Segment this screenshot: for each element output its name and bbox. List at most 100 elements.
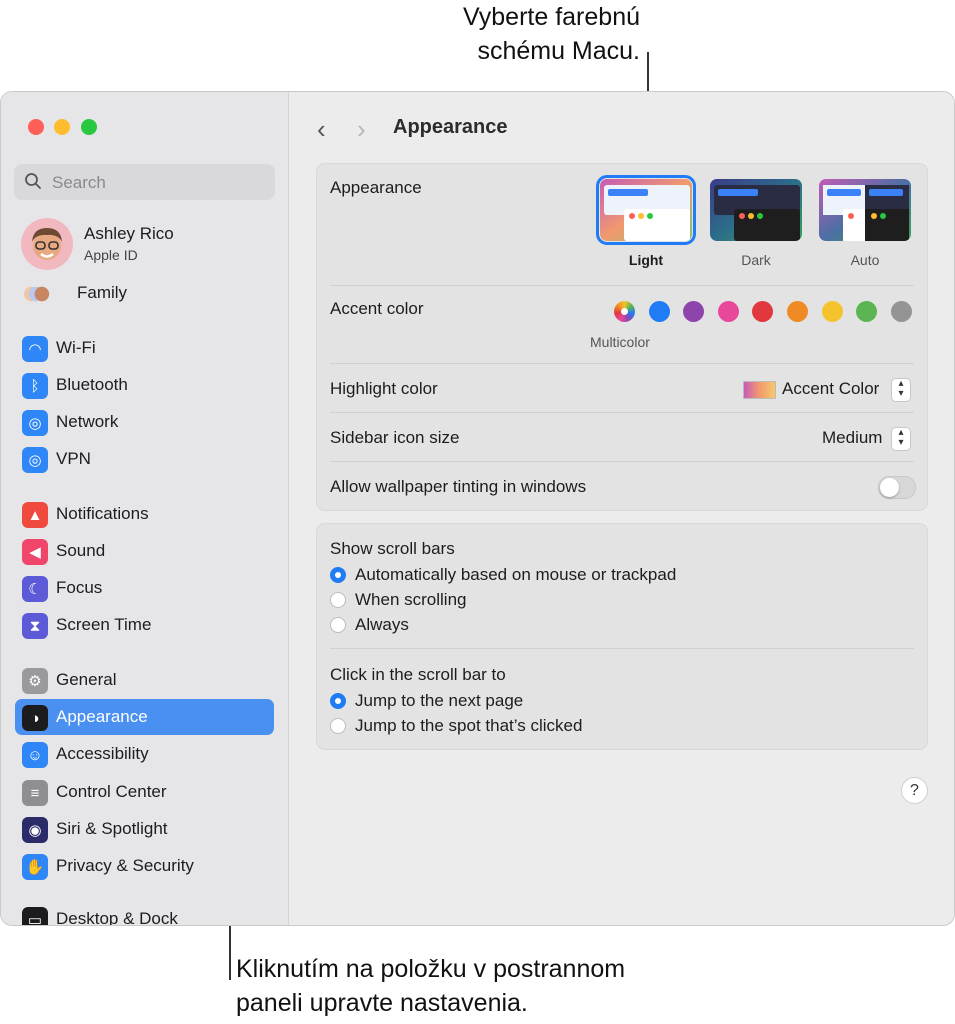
- sidebar-item-screen-time[interactable]: ⧗ Screen Time: [15, 607, 274, 643]
- sidebar-icon-size-value: Medium: [822, 428, 883, 447]
- accent-swatch[interactable]: [856, 301, 878, 322]
- search-icon: [25, 173, 41, 189]
- accent-swatch[interactable]: [717, 301, 739, 322]
- mode-dark-label: Dark: [741, 252, 771, 268]
- speaker-icon: ◀: [22, 539, 48, 565]
- divider: [330, 285, 914, 286]
- sidebar-item-label: Accessibility: [56, 744, 149, 763]
- highlight-color-label: Highlight color: [330, 379, 438, 398]
- accent-color-label: Accent color: [330, 299, 424, 318]
- sidebar-item-siri-spotlight[interactable]: ◉ Siri & Spotlight: [15, 811, 274, 847]
- sidebar-item-network[interactable]: ◎ Network: [15, 404, 274, 440]
- mode-dark-thumbnail[interactable]: [710, 179, 802, 241]
- mode-light-thumbnail[interactable]: [596, 175, 696, 245]
- appearance-label: Appearance: [330, 178, 422, 197]
- content-pane: ‹ › Appearance Appearance Light Dark Aut…: [289, 92, 954, 925]
- sidebar-item-label: Privacy & Security: [56, 856, 194, 875]
- appearance-icon: ◑: [22, 705, 48, 731]
- profile-name: Ashley Rico: [84, 224, 174, 243]
- radio-next-page[interactable]: [330, 693, 346, 709]
- accent-swatch[interactable]: [683, 301, 705, 322]
- accent-swatch[interactable]: [890, 301, 912, 322]
- bluetooth-icon: ᛒ: [22, 373, 48, 399]
- search-field[interactable]: [14, 164, 275, 202]
- sidebar-item-general[interactable]: ⚙ General: [15, 662, 274, 698]
- divider: [330, 363, 914, 364]
- sidebar-item-control-center[interactable]: ≡ Control Center: [15, 774, 274, 810]
- accent-swatch[interactable]: [648, 301, 670, 322]
- family-icon: [24, 281, 50, 307]
- forward-button[interactable]: ›: [357, 116, 366, 142]
- sidebar-item-accessibility[interactable]: ☺ Accessibility: [15, 736, 274, 772]
- close-button[interactable]: [28, 119, 44, 135]
- wifi-icon: ◠: [22, 336, 48, 362]
- toggles-icon: ≡: [22, 780, 48, 806]
- chevron-updown-icon: ▴ ▾: [891, 427, 911, 451]
- profile-subtitle: Apple ID: [84, 247, 138, 263]
- callout-line: paneli upravte nastavenia.: [236, 989, 528, 1017]
- sidebar-item-wi-fi[interactable]: ◠ Wi-Fi: [15, 330, 274, 366]
- highlight-value: Accent Color: [782, 379, 880, 398]
- callout-color-scheme: Vyberte farebnú schému Macu.: [280, 0, 640, 68]
- sidebar-item-sound[interactable]: ◀ Sound: [15, 533, 274, 569]
- zoom-button[interactable]: [81, 119, 97, 135]
- radio-label: Automatically based on mouse or trackpad: [355, 565, 677, 584]
- radio-automatic[interactable]: [330, 567, 346, 583]
- sidebar-item-label: Screen Time: [56, 615, 152, 634]
- sidebar-item-label: Control Center: [56, 782, 167, 801]
- scroll-bars-panel: Show scroll bars Automatically based on …: [316, 523, 928, 750]
- search-input[interactable]: [50, 164, 264, 202]
- accessibility-icon: ☺: [22, 742, 48, 768]
- help-button[interactable]: ?: [901, 777, 928, 804]
- accent-swatch[interactable]: [787, 301, 808, 322]
- sidebar-item-label: Notifications: [56, 504, 149, 523]
- avatar: [21, 218, 73, 270]
- dock-icon: ▭: [22, 907, 48, 925]
- accent-swatch[interactable]: [821, 301, 843, 322]
- mode-auto-thumbnail[interactable]: [819, 179, 911, 241]
- sidebar-item-label: Network: [56, 412, 119, 431]
- gear-icon: ⚙: [22, 668, 48, 694]
- sidebar-item-label: General: [56, 670, 117, 689]
- toggle-knob: [880, 478, 899, 497]
- accent-caption: Multicolor: [590, 334, 650, 350]
- radio-label: When scrolling: [355, 590, 467, 609]
- sidebar-item-appearance[interactable]: ◑ Appearance: [15, 699, 274, 735]
- sidebar-item-desktop-dock[interactable]: ▭ Desktop & Dock: [15, 901, 274, 926]
- divider: [330, 648, 914, 649]
- bell-icon: ▲: [22, 502, 48, 528]
- sidebar: Ashley Rico Apple ID Family ◠ Wi-Fi ᛒ Bluet…: [1, 92, 289, 925]
- minimize-button[interactable]: [54, 119, 70, 135]
- appearance-panel: Appearance Light Dark Auto Accent color …: [316, 163, 928, 511]
- radio-always[interactable]: [330, 617, 346, 633]
- radio-when-scrolling[interactable]: [330, 592, 346, 608]
- show-scroll-bars-label: Show scroll bars: [330, 539, 455, 558]
- callout-line: Vyberte farebnú: [463, 3, 640, 31]
- radio-label: Jump to the next page: [355, 691, 524, 710]
- sidebar-item-label: Siri & Spotlight: [56, 819, 168, 838]
- sidebar-icon-size-label: Sidebar icon size: [330, 428, 460, 447]
- sidebar-item-label: Appearance: [56, 707, 148, 726]
- wallpaper-tinting-label: Allow wallpaper tinting in windows: [330, 477, 587, 496]
- accent-swatch[interactable]: [614, 301, 635, 322]
- wallpaper-tinting-toggle[interactable]: [878, 476, 916, 499]
- moon-icon: ☾: [22, 576, 48, 602]
- sidebar-item-bluetooth[interactable]: ᛒ Bluetooth: [15, 367, 274, 403]
- sidebar-item-notifications[interactable]: ▲ Notifications: [15, 496, 274, 532]
- sidebar-item-vpn[interactable]: ◎ VPN: [15, 441, 274, 477]
- click-scroll-bar-label: Click in the scroll bar to: [330, 665, 506, 684]
- sidebar-item-privacy-security[interactable]: ✋ Privacy & Security: [15, 848, 274, 884]
- sidebar-item-label: Desktop & Dock: [56, 909, 178, 926]
- radio-spot-clicked[interactable]: [330, 718, 346, 734]
- divider: [330, 412, 914, 413]
- siri-icon: ◉: [22, 817, 48, 843]
- sidebar-item-family[interactable]: Family: [15, 275, 274, 311]
- divider: [330, 461, 914, 462]
- sidebar-item-focus[interactable]: ☾ Focus: [15, 570, 274, 606]
- accent-swatch[interactable]: [752, 301, 774, 322]
- callout-line: Kliknutím na položku v postrannom: [236, 955, 626, 983]
- mode-light-label: Light: [628, 252, 664, 268]
- callout-line: schému Macu.: [477, 37, 640, 65]
- sidebar-item-label: Family: [77, 283, 128, 302]
- back-button[interactable]: ‹: [317, 116, 326, 142]
